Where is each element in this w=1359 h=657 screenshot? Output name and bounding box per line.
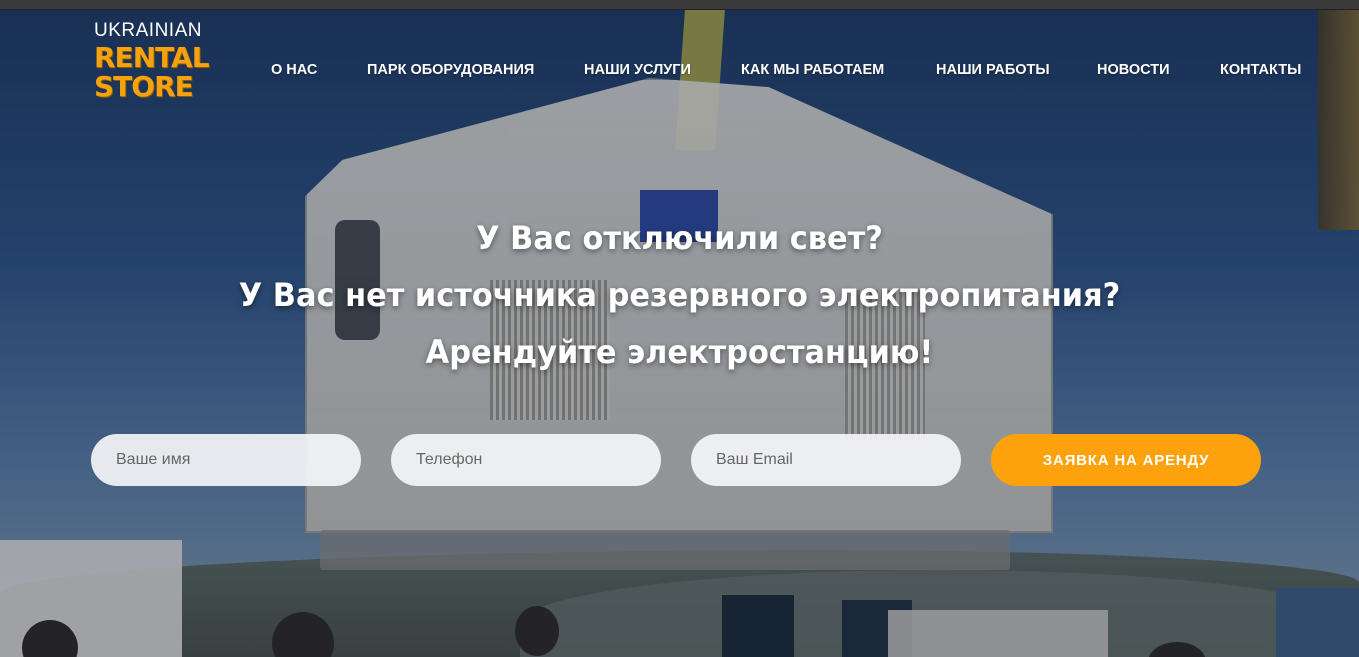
nav-item-how-we-work[interactable]: КАК МЫ РАБОТАЕМ (741, 62, 884, 78)
hero-headline-line-3: Арендуйте электростанцию! (425, 333, 934, 371)
nav-item-contacts[interactable]: КОНТАКТЫ (1220, 62, 1301, 78)
browser-top-bar (0, 0, 1359, 10)
nav-item-services[interactable]: НАШИ УСЛУГИ (584, 62, 691, 78)
nav-item-news[interactable]: НОВОСТИ (1097, 62, 1170, 78)
logo-text-rental: RENTAL (94, 41, 210, 74)
logo-text-store: STORE (94, 70, 194, 103)
site-logo[interactable]: UKRAINIAN RENTAL STORE (94, 20, 234, 104)
hero-headline-line-1: У Вас отключили свет? (476, 219, 883, 257)
nav-item-equipment[interactable]: ПАРК ОБОРУДОВАНИЯ (367, 62, 534, 78)
nav-item-portfolio[interactable]: НАШИ РАБОТЫ (936, 62, 1050, 78)
hero-headline-line-2: У Вас нет источника резервного электропи… (238, 276, 1121, 314)
logo-text-top: UKRAINIAN (94, 20, 202, 41)
phone-input[interactable] (391, 434, 661, 486)
rental-request-button[interactable]: ЗАЯВКА НА АРЕНДУ (991, 434, 1261, 486)
name-input[interactable] (91, 434, 361, 486)
email-input[interactable] (691, 434, 961, 486)
nav-item-about[interactable]: О НАС (271, 62, 317, 78)
